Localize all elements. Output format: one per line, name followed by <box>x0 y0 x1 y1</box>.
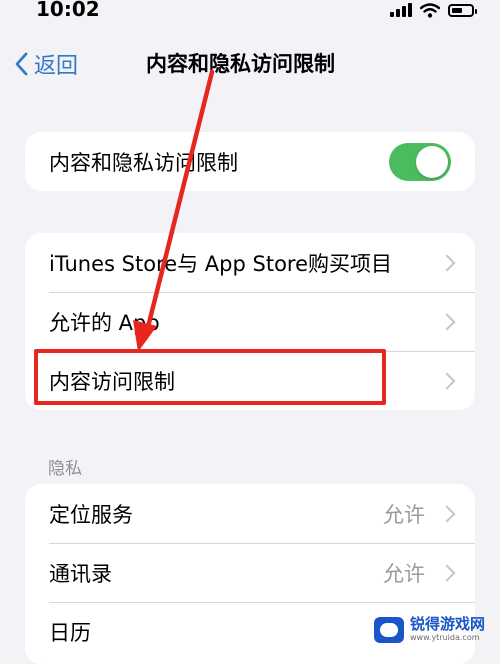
watermark-url: www.ytruida.com <box>410 633 480 642</box>
watermark-title: 锐得游戏网 <box>410 615 486 633</box>
watermark: 锐得游戏网 www.ytruida.com <box>374 610 500 649</box>
annotation-arrow <box>133 69 215 352</box>
gamepad-logo-icon <box>374 616 404 643</box>
